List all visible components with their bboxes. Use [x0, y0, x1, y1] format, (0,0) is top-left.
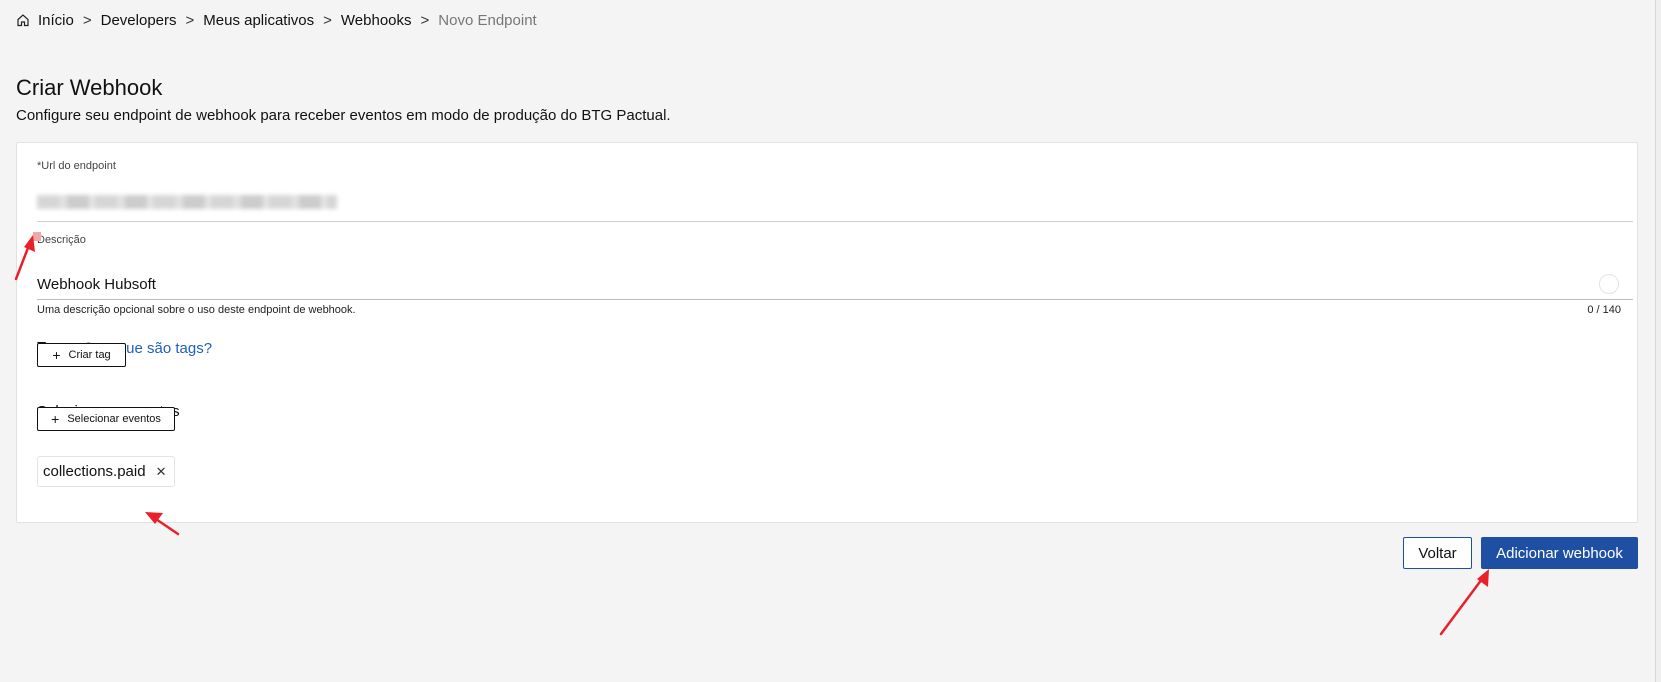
close-icon[interactable]: ✕	[156, 464, 167, 480]
breadcrumb-item-inicio[interactable]: Início	[38, 12, 74, 29]
breadcrumb-current: Novo Endpoint	[438, 11, 537, 29]
page-subtitle: Configure seu endpoint de webhook para r…	[16, 107, 671, 124]
event-chip-label: collections.paid	[43, 463, 146, 480]
event-chip: collections.paid ✕	[37, 456, 176, 487]
description-underline	[37, 299, 1633, 300]
description-char-count: 0 / 140	[1587, 304, 1621, 316]
breadcrumb-separator: >	[82, 11, 92, 29]
annotation-marker	[33, 232, 41, 241]
create-tag-button[interactable]: + Criar tag	[37, 343, 126, 367]
plus-icon: +	[51, 411, 60, 427]
select-events-label: Selecionar eventos	[67, 413, 161, 425]
add-webhook-button[interactable]: Adicionar webhook	[1481, 537, 1638, 569]
annotation-arrow-add	[1439, 569, 1489, 636]
breadcrumb-separator: >	[420, 11, 430, 29]
back-button[interactable]: Voltar	[1403, 537, 1472, 569]
page-title: Criar Webhook	[16, 75, 163, 100]
window-edge	[1655, 0, 1661, 682]
url-input-value-redacted[interactable]	[37, 195, 337, 209]
description-helper-text: Uma descrição opcional sobre o uso deste…	[37, 304, 356, 316]
breadcrumb-separator: >	[185, 11, 195, 29]
url-input-underline	[37, 221, 1633, 222]
breadcrumb-item-webhooks[interactable]: Webhooks	[341, 12, 412, 29]
description-label: Descrição	[37, 234, 86, 246]
home-icon[interactable]	[16, 13, 30, 27]
plus-icon: +	[52, 347, 61, 363]
select-events-button[interactable]: + Selecionar eventos	[37, 407, 175, 431]
url-label: *Url do endpoint	[37, 160, 116, 172]
breadcrumb-separator: >	[323, 11, 332, 29]
breadcrumb-item-developers[interactable]: Developers	[101, 12, 177, 29]
breadcrumb-item-meus-aplicativos[interactable]: Meus aplicativos	[203, 12, 314, 29]
description-input[interactable]: Webhook Hubsoft	[37, 276, 156, 293]
webhook-form-card: *Url do endpoint Descrição Webhook Hubso…	[16, 142, 1638, 523]
breadcrumb: Início > Developers > Meus aplicativos >…	[16, 10, 537, 30]
create-tag-label: Criar tag	[68, 349, 111, 361]
description-clear-icon[interactable]	[1599, 274, 1619, 294]
